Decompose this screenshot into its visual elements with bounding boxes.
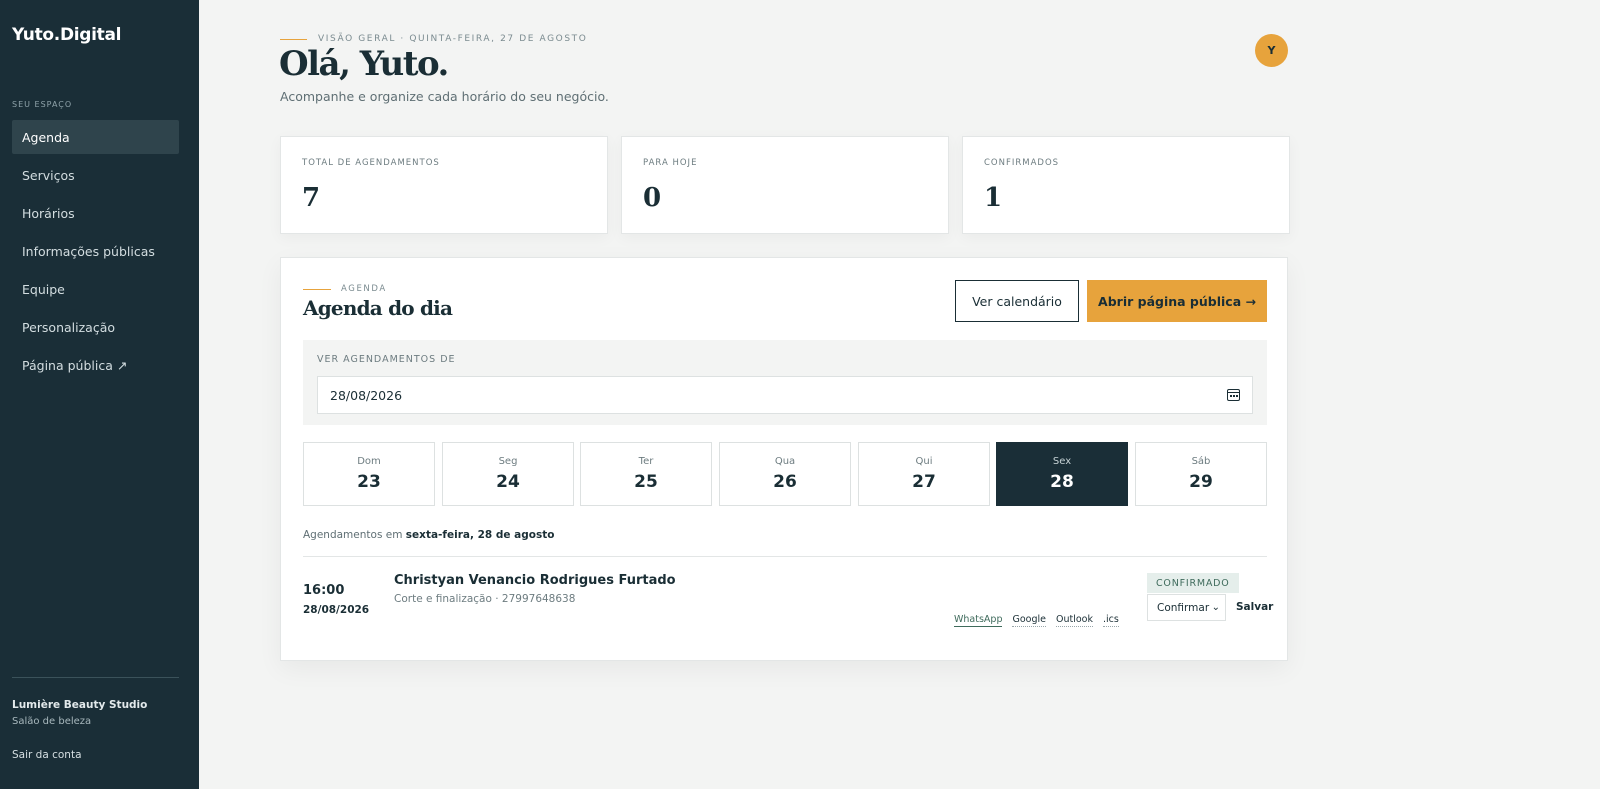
sidebar-item-equipe[interactable]: Equipe xyxy=(12,272,179,306)
day-name: Seg xyxy=(498,456,518,467)
day-number: 29 xyxy=(1189,472,1213,492)
date-filter: VER AGENDAMENTOS DE 28/08/2026 xyxy=(303,340,1267,425)
page-title: Olá, Yuto. xyxy=(279,44,449,84)
day-name: Sex xyxy=(1052,456,1072,467)
appointment-date: 28/08/2026 xyxy=(303,604,370,616)
avatar[interactable]: Y xyxy=(1255,34,1288,67)
stat-label: TOTAL DE AGENDAMENTOS xyxy=(302,158,440,168)
day-number: 26 xyxy=(773,472,797,492)
stat-value: 0 xyxy=(643,183,662,213)
open-public-page-button[interactable]: Abrir página pública → xyxy=(1087,280,1267,322)
stat-label: PARA HOJE xyxy=(643,158,698,168)
agenda-eyebrow: AGENDA xyxy=(303,284,387,294)
agenda-eyebrow-text: AGENDA xyxy=(341,284,387,294)
day-name: Qui xyxy=(915,456,933,467)
sidebar-item-agenda[interactable]: Agenda xyxy=(12,120,179,154)
day-button-ter[interactable]: Ter 25 xyxy=(580,442,712,506)
sidebar-item-servicos[interactable]: Serviços xyxy=(12,158,179,192)
date-filter-label: VER AGENDAMENTOS DE xyxy=(317,354,456,365)
day-number: 23 xyxy=(357,472,381,492)
appointments-caption-prefix: Agendamentos em xyxy=(303,529,403,541)
sidebar: Yuto.Digital SEU ESPAÇO Agenda Serviços … xyxy=(0,0,199,789)
day-button-sab[interactable]: Sáb 29 xyxy=(1135,442,1267,506)
day-name: Ter xyxy=(638,456,654,467)
day-name: Qua xyxy=(774,456,796,467)
sidebar-divider xyxy=(12,677,179,678)
sidebar-nav: Agenda Serviços Horários Informações púb… xyxy=(12,120,179,386)
overview-eyebrow: VISÃO GERAL · QUINTA-FEIRA, 27 DE AGOSTO xyxy=(280,34,587,44)
week-day-selector: Dom 23 Seg 24 Ter 25 Qua 26 Qui 27 Sex 2… xyxy=(303,442,1267,506)
sidebar-section-label: SEU ESPAÇO xyxy=(12,100,73,109)
day-name: Dom xyxy=(357,456,381,467)
stat-card-confirmed: CONFIRMADOS 1 xyxy=(962,136,1290,234)
appointment-client-name: Christyan Venancio Rodrigues Furtado xyxy=(394,573,676,588)
day-button-sex[interactable]: Sex 28 xyxy=(996,442,1128,506)
sidebar-item-pagina-publica[interactable]: Página pública ↗ xyxy=(12,348,179,382)
day-number: 24 xyxy=(496,472,520,492)
stat-card-total: TOTAL DE AGENDAMENTOS 7 xyxy=(280,136,608,234)
outlook-link[interactable]: Outlook xyxy=(1056,614,1093,627)
calendar-icon[interactable] xyxy=(1227,389,1240,401)
date-input-value: 28/08/2026 xyxy=(330,387,403,403)
calendar-links: WhatsApp Google Outlook .ics xyxy=(954,614,1129,627)
brand-logo[interactable]: Yuto.Digital xyxy=(12,25,122,45)
whatsapp-link[interactable]: WhatsApp xyxy=(954,614,1003,627)
appointment-detail: Corte e finalização · 27997648638 xyxy=(394,593,576,605)
page-subtitle: Acompanhe e organize cada horário do seu… xyxy=(280,89,609,104)
status-select[interactable]: Confirmar ⌄ xyxy=(1147,594,1226,621)
day-button-seg[interactable]: Seg 24 xyxy=(442,442,574,506)
stat-value: 7 xyxy=(302,183,321,213)
date-input[interactable]: 28/08/2026 xyxy=(317,376,1253,414)
day-button-dom[interactable]: Dom 23 xyxy=(303,442,435,506)
agenda-title: Agenda do dia xyxy=(303,296,453,320)
day-name: Sáb xyxy=(1191,456,1211,467)
studio-name: Lumière Beauty Studio xyxy=(12,699,148,711)
stat-label: CONFIRMADOS xyxy=(984,158,1060,168)
studio-type: Salão de beleza xyxy=(12,716,92,727)
sidebar-item-personalizacao[interactable]: Personalização xyxy=(12,310,179,344)
stat-value: 1 xyxy=(984,183,1003,213)
list-item: 16:00 28/08/2026 Christyan Venancio Rodr… xyxy=(303,557,1273,657)
status-badge: CONFIRMADO xyxy=(1147,573,1239,593)
ics-link[interactable]: .ics xyxy=(1103,614,1119,627)
day-button-qui[interactable]: Qui 27 xyxy=(858,442,990,506)
sidebar-item-informacoes-publicas[interactable]: Informações públicas xyxy=(12,234,179,268)
sidebar-item-horarios[interactable]: Horários xyxy=(12,196,179,230)
appointments-caption-date: sexta-feira, 28 de agosto xyxy=(405,529,555,541)
view-calendar-button[interactable]: Ver calendário xyxy=(955,280,1079,322)
status-select-value: Confirmar xyxy=(1157,601,1210,614)
eyebrow-accent-line xyxy=(280,38,307,40)
google-calendar-link[interactable]: Google xyxy=(1012,614,1046,627)
day-number: 25 xyxy=(634,472,658,492)
eyebrow-text: VISÃO GERAL · QUINTA-FEIRA, 27 DE AGOSTO xyxy=(318,34,588,44)
chevron-down-icon: ⌄ xyxy=(1211,602,1220,613)
day-button-qua[interactable]: Qua 26 xyxy=(719,442,851,506)
save-button[interactable]: Salvar xyxy=(1236,601,1273,613)
agenda-card: AGENDA Agenda do dia Ver calendário Abri… xyxy=(280,257,1288,661)
day-number: 28 xyxy=(1050,472,1074,492)
appointment-time: 16:00 xyxy=(303,583,345,598)
day-number: 27 xyxy=(912,472,936,492)
eyebrow-accent-line xyxy=(303,288,331,290)
appointments-caption: Agendamentos em sexta-feira, 28 de agost… xyxy=(303,529,554,541)
stat-card-today: PARA HOJE 0 xyxy=(621,136,949,234)
logout-link[interactable]: Sair da conta xyxy=(12,749,82,761)
